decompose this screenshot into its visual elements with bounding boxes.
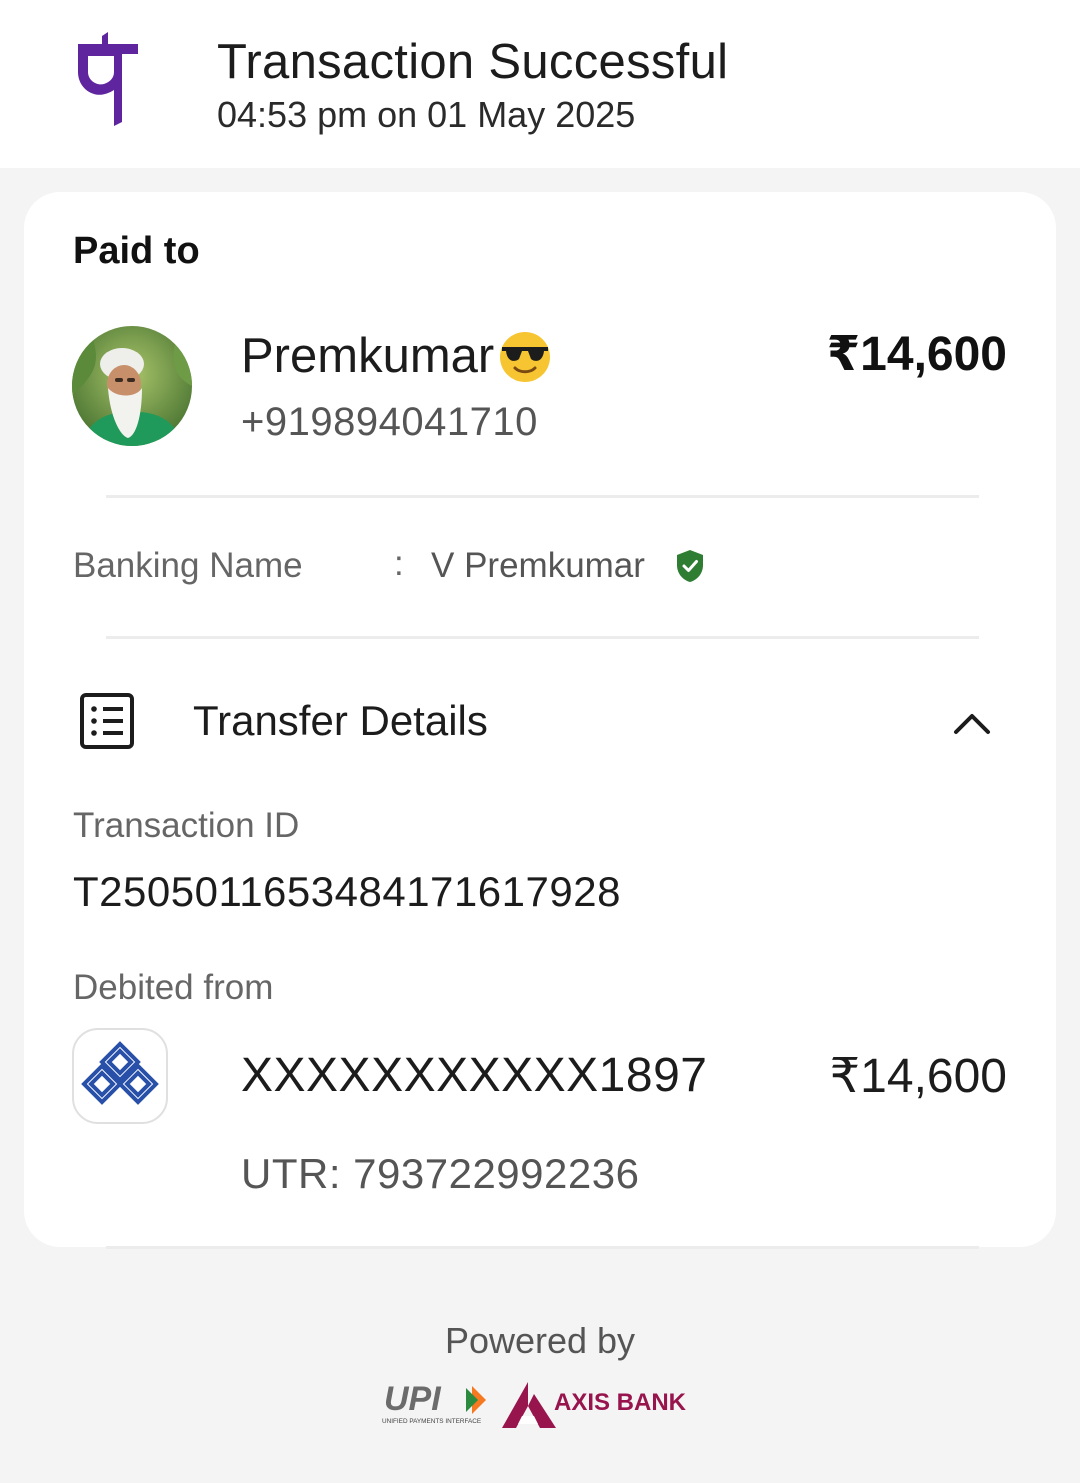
- banking-name-value: V Premkumar: [431, 546, 645, 585]
- paid-amount: ₹14,600: [826, 328, 1007, 381]
- axis-bank-text: AXIS BANK: [554, 1389, 687, 1416]
- bank-emblem-icon: [81, 1041, 159, 1105]
- transaction-id-value[interactable]: T2505011653484171617928: [73, 868, 621, 916]
- divider: [106, 495, 979, 498]
- divider: [106, 1246, 979, 1249]
- transfer-details-title[interactable]: Transfer Details: [193, 697, 488, 745]
- transaction-id-label: Transaction ID: [73, 806, 300, 845]
- utr-number[interactable]: UTR: 793722992236: [241, 1150, 639, 1198]
- debited-from-label: Debited from: [73, 968, 274, 1007]
- payee-avatar[interactable]: [72, 326, 192, 446]
- banking-name-label: Banking Name: [73, 546, 303, 585]
- upi-logo-text: UPI: [384, 1382, 442, 1418]
- verified-shield-icon: [677, 550, 703, 582]
- chevron-up-icon[interactable]: [948, 702, 996, 742]
- divider: [106, 636, 979, 639]
- paid-to-label: Paid to: [73, 230, 200, 272]
- transaction-status-title: Transaction Successful: [217, 35, 729, 89]
- sunglasses-emoji-icon: [500, 332, 551, 382]
- axis-bank-logo: AXIS BANK: [502, 1382, 687, 1428]
- payee-phone: +919894041710: [241, 400, 538, 444]
- payee-name: Premkumar: [241, 328, 554, 384]
- powered-by-label: Powered by: [444, 1320, 636, 1361]
- app-header: Transaction Successful 04:53 pm on 01 Ma…: [0, 0, 1080, 168]
- receipt-list-icon[interactable]: [79, 692, 135, 750]
- debited-amount: ₹14,600: [829, 1050, 1007, 1103]
- upi-subtext: UNIFIED PAYMENTS INTERFACE: [382, 1418, 481, 1425]
- phonepe-logo-icon: [78, 32, 138, 126]
- bank-logo: [72, 1028, 168, 1124]
- upi-logo: UPI UNIFIED PAYMENTS INTERFACE: [382, 1382, 486, 1425]
- debit-account-number: XXXXXXXXXXX1897: [241, 1049, 708, 1102]
- banking-name-separator: :: [394, 544, 404, 583]
- payee-name-text: Premkumar: [241, 329, 495, 383]
- transaction-card: Paid to Premkumar +919894041710 ₹14,600 …: [24, 192, 1056, 1247]
- transaction-timestamp: 04:53 pm on 01 May 2025: [217, 94, 636, 135]
